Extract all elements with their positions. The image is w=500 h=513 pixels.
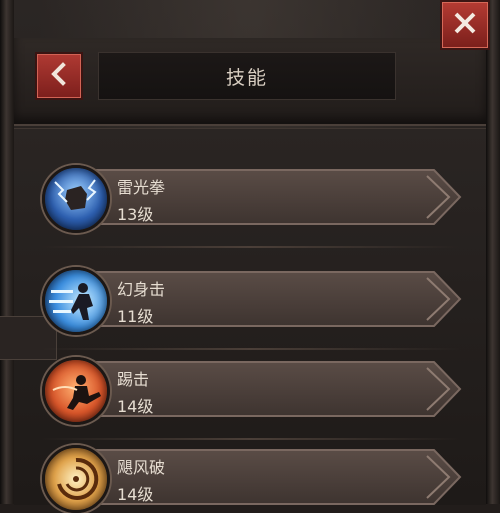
close-icon [451,9,479,41]
close-button[interactable] [440,0,490,50]
skill-row-1[interactable]: 雷光拳 13级 [42,164,462,233]
title-bar: 技能 [98,52,396,100]
chevron-left-icon [48,62,70,90]
lightning-fist-icon [42,165,110,233]
skill-name: 幻身击 [117,280,166,299]
divider [40,246,460,248]
skill-level: 14级 [117,485,154,504]
skill-row-2[interactable]: 幻身击 11级 [42,266,462,335]
skill-name: 踢击 [117,370,150,389]
skill-name: 飓风破 [117,458,166,477]
frame-border-left [0,0,14,504]
skill-level: 13级 [117,205,154,224]
skill-level: 11级 [117,307,154,326]
kick-icon [42,357,110,425]
divider [40,438,460,440]
skill-row-4[interactable]: 飓风破 14级 [42,444,462,513]
dash-strike-icon [42,267,110,335]
divider [40,348,460,350]
back-button[interactable] [35,52,83,100]
frame-border-right [486,0,500,504]
skill-row-3[interactable]: 踢击 14级 [42,356,462,425]
whirlwind-icon [42,445,110,513]
skill-level: 14级 [117,397,154,416]
skill-name: 雷光拳 [117,178,166,197]
page-title: 技能 [225,66,268,89]
